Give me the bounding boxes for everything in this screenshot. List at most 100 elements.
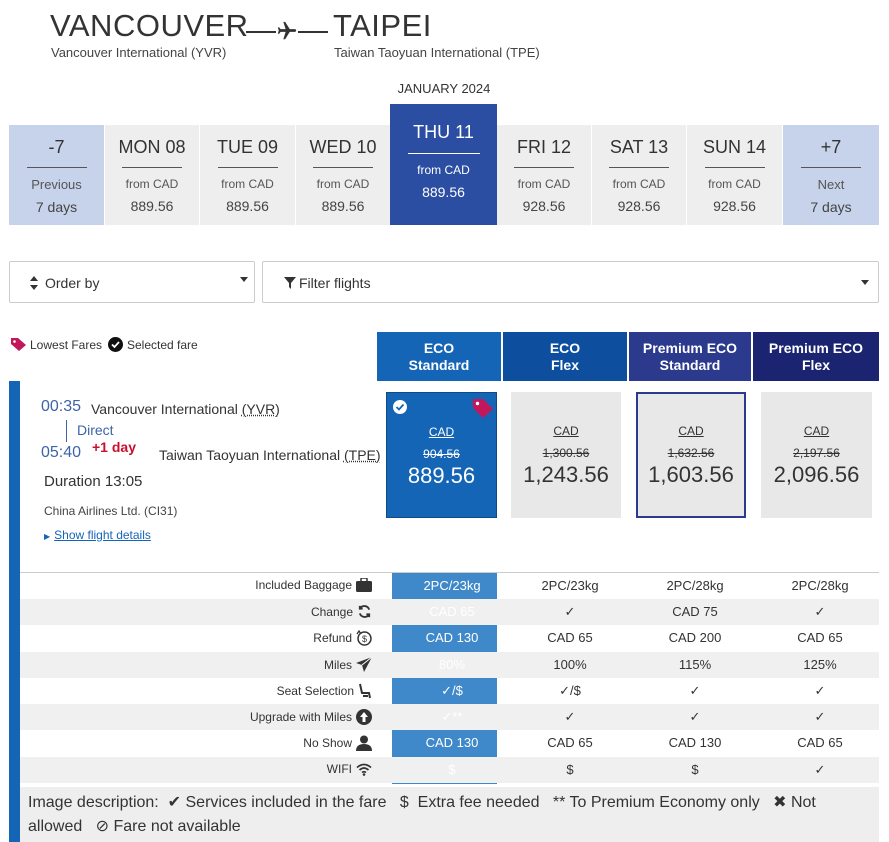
date-sat-13[interactable]: SAT 13 from CAD 928.56 <box>592 125 686 225</box>
legend-selected-label: Selected fare <box>127 337 198 352</box>
date-from: from CAD <box>708 177 761 191</box>
footer-prefix: Image description: <box>28 794 159 811</box>
date-day: THU 11 <box>413 122 474 142</box>
footer-premium-symbol: ** <box>552 794 566 811</box>
date-fri-12[interactable]: FRI 12 from CAD 928.56 <box>497 125 591 225</box>
date-day: TUE 09 <box>216 137 279 157</box>
row-label: Upgrade with Miles <box>250 709 372 725</box>
next-days: 7 days <box>810 199 852 215</box>
filter-flights-select[interactable]: Filter flights <box>262 261 879 303</box>
date-separator <box>704 167 765 168</box>
legend-lowest-label: Lowest Fares <box>30 337 103 352</box>
departure-airport-name: Vancouver International <box>91 401 238 417</box>
fare-price: 1,603.56 <box>648 462 734 487</box>
fare-header-premium-eco-flex[interactable]: Premium ECO Flex <box>753 332 879 382</box>
table-cell: $ <box>691 762 699 777</box>
table-cell: ✓ <box>689 709 701 724</box>
date-mon-08[interactable]: MON 08 from CAD 889.56 <box>105 125 199 225</box>
date-price: 889.56 <box>321 198 365 214</box>
suitcase-icon <box>356 578 372 592</box>
table-row-no-show: No Show CAD 130 CAD 65 CAD 130 CAD 65 <box>20 730 879 756</box>
date-price: 928.56 <box>522 198 566 214</box>
fare-header-eco-standard[interactable]: ECO Standard <box>377 332 501 382</box>
filter-icon <box>284 277 296 289</box>
row-label-text: Miles <box>323 657 352 672</box>
date-day: SAT 13 <box>609 137 669 157</box>
order-by-select[interactable]: Order by <box>9 261 255 303</box>
fare-currency: CAD <box>428 425 455 439</box>
date-day: MON 08 <box>118 137 186 157</box>
table-cell: 100% <box>553 657 587 672</box>
date-thu-11-selected[interactable]: THU 11 from CAD 889.56 <box>390 104 497 225</box>
fare-header-eco-flex[interactable]: ECO Flex <box>503 332 627 382</box>
footer-premium: To Premium Economy only <box>569 794 760 811</box>
fare-header-premium-eco-standard[interactable]: Premium ECO Standard <box>629 332 751 382</box>
table-row-miles: Miles 80% 100% 115% 125% <box>20 652 879 678</box>
fare-card-eco-flex[interactable]: CAD 1,300.56 1,243.56 <box>511 392 621 518</box>
fare-currency: CAD <box>803 424 830 438</box>
table-cell: CAD 75 <box>672 604 718 619</box>
price-tag-icon <box>473 399 493 418</box>
fare-header-line2: Flex <box>801 357 830 373</box>
table-row-upgrade-miles: Upgrade with Miles ✓** ✓ ✓ ✓ <box>20 704 879 730</box>
legend-lowest: Lowest Fares <box>10 337 102 352</box>
order-by-label: Order by <box>45 275 100 291</box>
fare-old-price: 1,300.56 <box>542 446 590 460</box>
price-tag-icon <box>11 338 26 351</box>
footer-included: Services included in the fare <box>185 794 387 811</box>
table-cell: CAD 130 <box>425 735 479 750</box>
fare-card-eco-standard[interactable]: CAD 904.56 889.56 <box>386 392 497 518</box>
table-cell: 125% <box>803 657 837 672</box>
table-row-seat-selection: Seat Selection ✓/$ ✓/$ ✓ ✓ <box>20 678 879 704</box>
row-label: No Show <box>303 735 372 751</box>
table-cell: CAD 65 <box>547 630 593 645</box>
show-flight-details-link[interactable]: ▶ Show flight details <box>44 528 151 542</box>
table-cell: 2PC/28kg <box>666 578 724 593</box>
prev-week-button[interactable]: -7 Previous 7 days <box>9 125 104 225</box>
footer-legend: Image description: ✔ Services included i… <box>20 787 879 842</box>
legend-selected: Selected fare <box>108 337 198 352</box>
unavailable-icon: ⊘ <box>95 818 110 835</box>
origin-airport: Vancouver International (YVR) <box>51 45 227 60</box>
row-label: Refund $ <box>313 630 372 646</box>
date-tue-09[interactable]: TUE 09 from CAD 889.56 <box>200 125 295 225</box>
table-cell: CAD 65 <box>797 735 843 750</box>
table-cell: ✓ <box>564 604 576 619</box>
carrier: China Airlines Ltd. (CI31) <box>44 504 178 518</box>
table-row-baggage: Included Baggage 2PC/23kg 2PC/23kg 2PC/2… <box>20 573 879 599</box>
date-wed-10[interactable]: WED 10 from CAD 889.56 <box>296 125 390 225</box>
table-cell: 2PC/23kg <box>423 578 481 593</box>
footer-fee: Extra fee needed <box>417 794 540 811</box>
chevron-down-icon <box>240 277 248 282</box>
row-label: Included Baggage <box>255 578 372 592</box>
prev-label: Previous <box>31 177 82 192</box>
arrival-airport-name: Taiwan Taoyuan International <box>159 447 341 463</box>
table-cell: ✓/$ <box>559 683 581 698</box>
origin-city: VANCOUVER <box>50 8 249 43</box>
cross-icon: ✖ <box>773 794 787 811</box>
prev-offset: -7 <box>48 137 65 157</box>
date-from: from CAD <box>417 163 470 177</box>
table-cell: $ <box>566 762 574 777</box>
fare-price: 2,096.56 <box>773 462 860 487</box>
next-week-button[interactable]: +7 Next 7 days <box>783 125 879 225</box>
row-label-text: No Show <box>303 736 352 750</box>
date-sun-14[interactable]: SUN 14 from CAD 928.56 <box>687 125 782 225</box>
fare-header-line1: Premium ECO <box>768 340 864 356</box>
date-separator <box>609 167 669 168</box>
fare-card-premium-eco-standard[interactable]: CAD 1,632.56 1,603.56 <box>636 392 746 518</box>
stops-label: Direct <box>77 422 114 438</box>
fare-card-premium-eco-flex[interactable]: CAD 2,197.56 2,096.56 <box>761 392 872 518</box>
footer-fee-symbol: $ <box>399 794 409 811</box>
chevron-right-icon: ▶ <box>44 532 51 541</box>
next-label: Next <box>817 177 845 192</box>
table-cell: CAD 65 <box>429 604 475 619</box>
row-label: WIFI <box>327 762 372 776</box>
table-cell: 115% <box>678 657 712 672</box>
route-line-right <box>298 31 328 33</box>
row-label-text: Upgrade with Miles <box>249 710 352 724</box>
check-circle-icon <box>393 400 407 414</box>
plus-day-badge: +1 day <box>92 439 136 455</box>
check-circle-icon <box>108 337 123 352</box>
date-price: 889.56 <box>226 198 269 214</box>
